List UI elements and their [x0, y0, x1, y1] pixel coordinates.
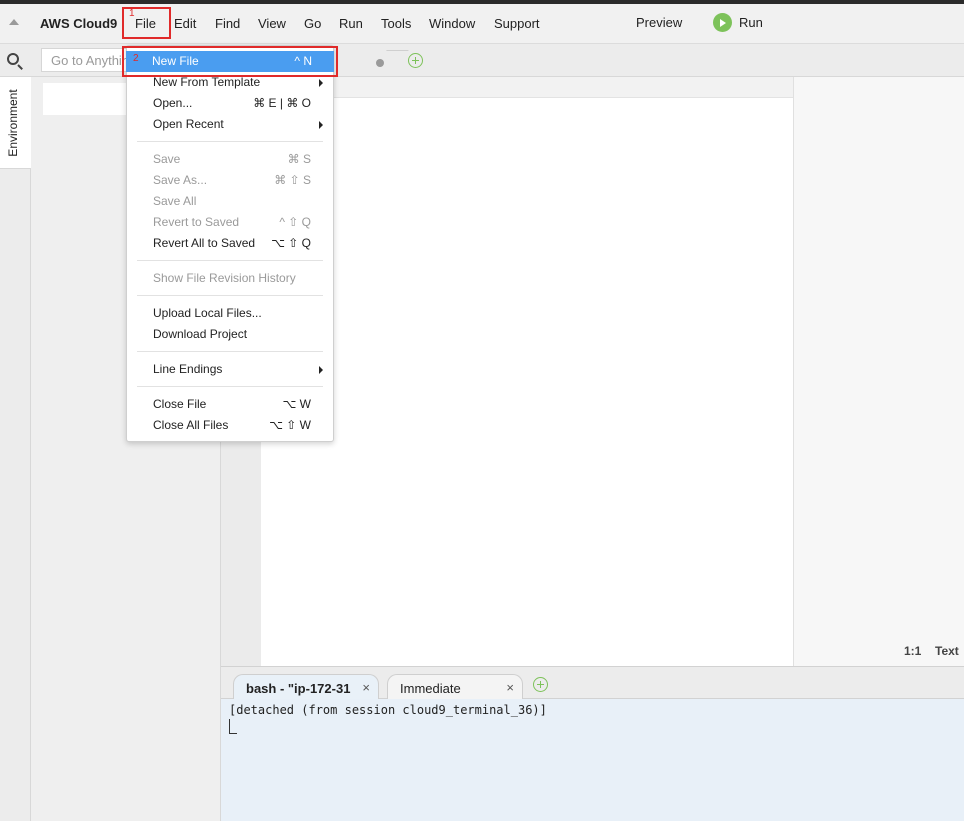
- menu-window[interactable]: Window: [429, 16, 475, 31]
- menu-separator: [137, 386, 323, 387]
- menu-item-shortcut: ⌘ ⇧ S: [274, 173, 311, 187]
- play-icon: [713, 13, 732, 32]
- file-menu-dropdown: New File ^ N New From Template Open... ⌘…: [126, 45, 334, 442]
- run-button-label: Run: [739, 15, 763, 30]
- menu-item-close-file[interactable]: Close File ⌥ W: [127, 394, 333, 415]
- menu-item-download-project[interactable]: Download Project: [127, 324, 333, 345]
- menu-item-save-all[interactable]: Save All: [127, 191, 333, 212]
- menu-item-open[interactable]: Open... ⌘ E | ⌘ O: [127, 93, 333, 114]
- annotation-number-1: 1: [129, 8, 135, 19]
- syntax-mode[interactable]: Text: [935, 644, 959, 658]
- terminal-tab-strip: bash - "ip-172-31 × Immediate ×: [221, 666, 964, 700]
- menu-separator: [137, 141, 323, 142]
- menu-item-save-as[interactable]: Save As... ⌘ ⇧ S: [127, 170, 333, 191]
- unsaved-dot-icon: [376, 59, 384, 67]
- run-button[interactable]: Run: [713, 13, 763, 32]
- editor-right-pane: [793, 77, 964, 666]
- menu-item-label: Upload Local Files...: [153, 306, 262, 320]
- submenu-arrow-icon: [319, 366, 323, 374]
- menu-view[interactable]: View: [258, 16, 286, 31]
- menu-item-revert-all-to-saved[interactable]: Revert All to Saved ⌥ ⇧ Q: [127, 233, 333, 254]
- menu-item-label: Show File Revision History: [153, 271, 296, 285]
- menu-item-shortcut: ⌥ ⇧ Q: [271, 236, 311, 250]
- cursor-position[interactable]: 1:1: [904, 644, 921, 658]
- menu-go[interactable]: Go: [304, 16, 321, 31]
- menu-separator: [137, 260, 323, 261]
- preview-button[interactable]: Preview: [636, 15, 682, 30]
- terminal-tab-immediate-label: Immediate: [400, 681, 461, 696]
- environment-tab[interactable]: Environment: [0, 77, 31, 169]
- menu-item-label: Line Endings: [153, 362, 223, 376]
- submenu-arrow-icon: [319, 79, 323, 87]
- editor-area[interactable]: [261, 98, 793, 666]
- menu-item-label: Revert to Saved: [153, 215, 240, 229]
- menu-item-upload-local-files[interactable]: Upload Local Files...: [127, 303, 333, 324]
- menu-item-label: Download Project: [153, 327, 248, 341]
- close-icon[interactable]: ×: [506, 680, 514, 695]
- menu-item-label: Save: [153, 152, 181, 166]
- menu-item-label: Close All Files: [153, 418, 229, 432]
- new-terminal-plus-icon[interactable]: [533, 677, 548, 692]
- menu-item-label: New From Template: [153, 75, 261, 89]
- menu-item-line-endings[interactable]: Line Endings: [127, 359, 333, 380]
- terminal-cursor: [229, 719, 237, 734]
- close-icon[interactable]: ×: [362, 680, 370, 695]
- left-rail: Environment: [0, 77, 31, 821]
- aws-cloud9-menu[interactable]: AWS Cloud9: [40, 16, 117, 31]
- menu-item-open-recent[interactable]: Open Recent: [127, 114, 333, 135]
- menu-tools[interactable]: Tools: [381, 16, 411, 31]
- menu-item-shortcut: ⌘ E | ⌘ O: [253, 96, 311, 110]
- menu-item-label: Save As...: [153, 173, 208, 187]
- menu-item-show-file-revision-history[interactable]: Show File Revision History: [127, 268, 333, 289]
- menu-item-save[interactable]: Save ⌘ S: [127, 149, 333, 170]
- menu-item-close-all-files[interactable]: Close All Files ⌥ ⇧ W: [127, 415, 333, 436]
- menu-item-shortcut: ⌥ ⇧ W: [269, 418, 311, 432]
- menu-item-shortcut: ^ ⇧ Q: [279, 215, 311, 229]
- annotation-box-step-2: [122, 46, 338, 77]
- menu-run[interactable]: Run: [339, 16, 363, 31]
- terminal-tab-immediate[interactable]: Immediate ×: [387, 674, 523, 700]
- menu-item-label: Close File: [153, 397, 207, 411]
- menu-item-revert-to-saved[interactable]: Revert to Saved ^ ⇧ Q: [127, 212, 333, 233]
- new-tab-plus-icon[interactable]: [408, 53, 423, 68]
- terminal-output[interactable]: [detached (from session cloud9_terminal_…: [221, 699, 964, 821]
- menu-separator: [137, 351, 323, 352]
- collapse-arrow-icon[interactable]: [9, 19, 19, 25]
- terminal-line: [detached (from session cloud9_terminal_…: [229, 703, 547, 717]
- menu-support[interactable]: Support: [494, 16, 540, 31]
- environment-tab-label: Environment: [6, 89, 20, 157]
- menu-item-label: Save All: [153, 194, 197, 208]
- menu-item-label: Revert All to Saved: [153, 236, 256, 250]
- search-icon[interactable]: [7, 53, 19, 65]
- menu-separator: [137, 295, 323, 296]
- terminal-tab-bash-label: bash - "ip-172-31: [246, 681, 351, 696]
- file-tree-filter[interactable]: [43, 83, 133, 115]
- menu-item-label: Open...: [153, 96, 193, 110]
- annotation-number-2: 2: [133, 53, 139, 64]
- go-to-anything-input[interactable]: Go to Anything (⌘ P): [41, 48, 131, 72]
- menu-item-shortcut: ⌥ W: [282, 397, 312, 411]
- menu-item-shortcut: ⌘ S: [287, 152, 311, 166]
- menu-find[interactable]: Find: [215, 16, 240, 31]
- menu-item-label: Open Recent: [153, 117, 224, 131]
- terminal-tab-bash[interactable]: bash - "ip-172-31 ×: [233, 674, 379, 700]
- menu-edit[interactable]: Edit: [174, 16, 196, 31]
- submenu-arrow-icon: [319, 121, 323, 129]
